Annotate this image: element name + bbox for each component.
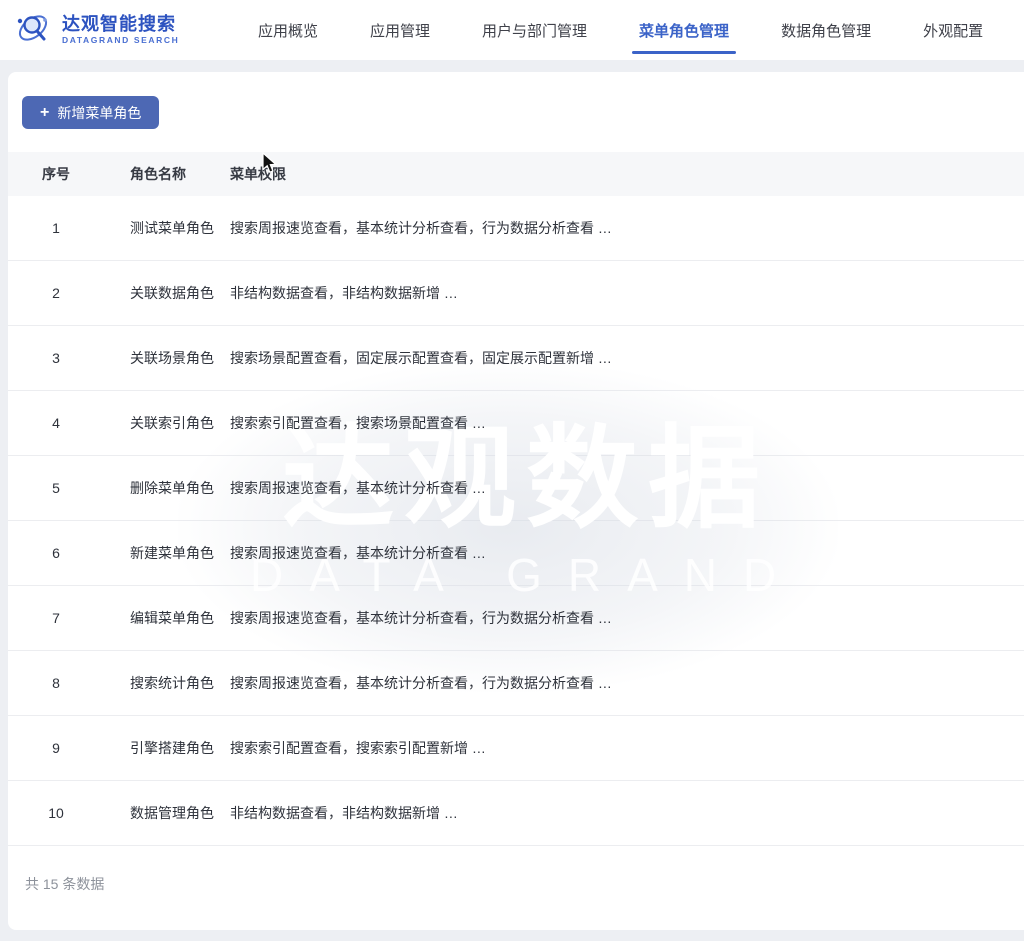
role-permissions: 搜索周报速览查看，基本统计分析查看 … bbox=[230, 478, 1024, 498]
row-index: 8 bbox=[8, 675, 104, 691]
row-index: 5 bbox=[8, 480, 104, 496]
main-nav: 应用概览 应用管理 用户与部门管理 菜单角色管理 数据角色管理 外观配置 bbox=[258, 0, 983, 60]
row-index: 3 bbox=[8, 350, 104, 366]
role-name: 关联数据角色 bbox=[104, 283, 230, 303]
column-header-permissions: 菜单权限 bbox=[230, 164, 1024, 184]
role-permissions: 搜索周报速览查看，基本统计分析查看，行为数据分析查看 … bbox=[230, 218, 1024, 238]
table-row[interactable]: 7 编辑菜单角色 搜索周报速览查看，基本统计分析查看，行为数据分析查看 … bbox=[8, 586, 1024, 651]
role-name: 数据管理角色 bbox=[104, 803, 230, 823]
table-row[interactable]: 8 搜索统计角色 搜索周报速览查看，基本统计分析查看，行为数据分析查看 … bbox=[8, 651, 1024, 716]
role-name: 关联索引角色 bbox=[104, 413, 230, 433]
table-header-row: 序号 角色名称 菜单权限 bbox=[8, 152, 1024, 196]
role-permissions: 搜索周报速览查看，基本统计分析查看，行为数据分析查看 … bbox=[230, 608, 1024, 628]
brand-subtitle: DATAGRAND SEARCH bbox=[62, 36, 179, 45]
nav-tab-menu-role[interactable]: 菜单角色管理 bbox=[639, 0, 729, 60]
brand-name: 达观智能搜索 bbox=[62, 15, 179, 34]
role-permissions: 非结构数据查看，非结构数据新增 … bbox=[230, 803, 1024, 823]
role-name: 引擎搭建角色 bbox=[104, 738, 230, 758]
row-index: 1 bbox=[8, 220, 104, 236]
add-menu-role-button[interactable]: + 新增菜单角色 bbox=[22, 96, 159, 129]
nav-tab-app-overview[interactable]: 应用概览 bbox=[258, 0, 318, 60]
table-row[interactable]: 6 新建菜单角色 搜索周报速览查看，基本统计分析查看 … bbox=[8, 521, 1024, 586]
plus-icon: + bbox=[40, 105, 49, 121]
role-permissions: 非结构数据查看，非结构数据新增 … bbox=[230, 283, 1024, 303]
nav-tab-data-role[interactable]: 数据角色管理 bbox=[781, 0, 871, 60]
total-count-text: 共 15 条数据 bbox=[8, 846, 1024, 894]
table-row[interactable]: 2 关联数据角色 非结构数据查看，非结构数据新增 … bbox=[8, 261, 1024, 326]
role-name: 编辑菜单角色 bbox=[104, 608, 230, 628]
menu-role-table: 序号 角色名称 菜单权限 1 测试菜单角色 搜索周报速览查看，基本统计分析查看，… bbox=[8, 152, 1024, 894]
table-row[interactable]: 3 关联场景角色 搜索场景配置查看，固定展示配置查看，固定展示配置新增 … bbox=[8, 326, 1024, 391]
brand-logo[interactable]: 达观智能搜索 DATAGRAND SEARCH bbox=[14, 8, 244, 53]
row-index: 9 bbox=[8, 740, 104, 756]
table-row[interactable]: 9 引擎搭建角色 搜索索引配置查看，搜索索引配置新增 … bbox=[8, 716, 1024, 781]
row-index: 4 bbox=[8, 415, 104, 431]
role-name: 删除菜单角色 bbox=[104, 478, 230, 498]
role-name: 新建菜单角色 bbox=[104, 543, 230, 563]
table-row[interactable]: 1 测试菜单角色 搜索周报速览查看，基本统计分析查看，行为数据分析查看 … bbox=[8, 196, 1024, 261]
role-permissions: 搜索索引配置查看，搜索索引配置新增 … bbox=[230, 738, 1024, 758]
role-permissions: 搜索场景配置查看，固定展示配置查看，固定展示配置新增 … bbox=[230, 348, 1024, 368]
top-navigation-bar: 达观智能搜索 DATAGRAND SEARCH 应用概览 应用管理 用户与部门管… bbox=[0, 0, 1024, 60]
row-index: 2 bbox=[8, 285, 104, 301]
role-name: 搜索统计角色 bbox=[104, 673, 230, 693]
nav-tab-app-management[interactable]: 应用管理 bbox=[370, 0, 430, 60]
role-permissions: 搜索周报速览查看，基本统计分析查看，行为数据分析查看 … bbox=[230, 673, 1024, 693]
active-tab-underline bbox=[632, 51, 736, 54]
column-header-index: 序号 bbox=[8, 164, 104, 184]
role-name: 测试菜单角色 bbox=[104, 218, 230, 238]
column-header-name: 角色名称 bbox=[104, 164, 230, 184]
row-index: 7 bbox=[8, 610, 104, 626]
datagrand-logo-icon bbox=[14, 8, 54, 53]
role-permissions: 搜索周报速览查看，基本统计分析查看 … bbox=[230, 543, 1024, 563]
role-name: 关联场景角色 bbox=[104, 348, 230, 368]
row-index: 6 bbox=[8, 545, 104, 561]
nav-tab-appearance[interactable]: 外观配置 bbox=[923, 0, 983, 60]
table-row[interactable]: 10 数据管理角色 非结构数据查看，非结构数据新增 … bbox=[8, 781, 1024, 846]
content-card: + 新增菜单角色 达观数据 DATA GRAND 序号 角色名称 菜单权限 1 … bbox=[8, 72, 1024, 930]
row-index: 10 bbox=[8, 805, 104, 821]
role-permissions: 搜索索引配置查看，搜索场景配置查看 … bbox=[230, 413, 1024, 433]
table-row[interactable]: 5 删除菜单角色 搜索周报速览查看，基本统计分析查看 … bbox=[8, 456, 1024, 521]
table-row[interactable]: 4 关联索引角色 搜索索引配置查看，搜索场景配置查看 … bbox=[8, 391, 1024, 456]
nav-tab-user-department[interactable]: 用户与部门管理 bbox=[482, 0, 587, 60]
